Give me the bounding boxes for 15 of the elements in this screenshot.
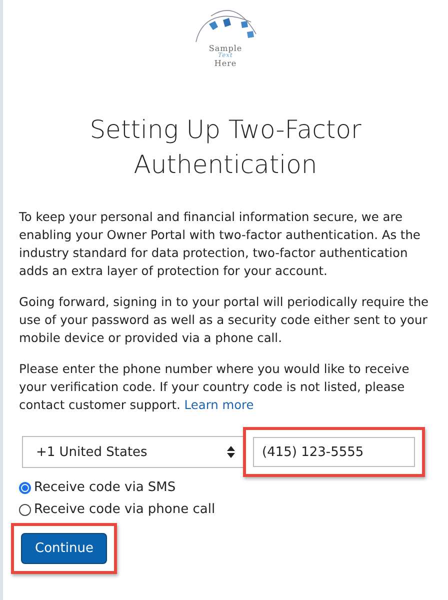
- logo-text: Sample: [208, 44, 242, 53]
- radio-label[interactable]: Receive code via phone call: [34, 502, 216, 517]
- paragraph: To keep your personal and financial information secure, we are enabling your Owner Portal with two-factor authentication. As the industry standard for data protection, two-factor authentication adds an extra layer of protection for your account.: [19, 209, 422, 280]
- page-title: Setting Up Two-Factor Authentication: [88, 114, 362, 181]
- radio-label[interactable]: Receive code via SMS: [34, 480, 176, 495]
- paragraph: Please enter the phone number where you would like to receive your verification code. If your country code is not listed, please contact customer support. Learn more: [19, 361, 410, 414]
- continue-button[interactable]: Continue: [21, 533, 108, 564]
- sort-arrows-icon: [227, 446, 235, 458]
- phone-field[interactable]: (415) 123-5555: [253, 437, 415, 467]
- country-select[interactable]: +1 United States: [22, 436, 244, 468]
- paragraph: Going forward, signing in to your portal will periodically require the use of your password as well as a security code either sent to your mobile device or provided via a phone call.: [19, 294, 430, 347]
- learn-more-link[interactable]: Learn more: [184, 398, 254, 412]
- radio-button[interactable]: [19, 504, 31, 516]
- radio-button[interactable]: [19, 482, 31, 494]
- logo-text: Here: [214, 59, 237, 68]
